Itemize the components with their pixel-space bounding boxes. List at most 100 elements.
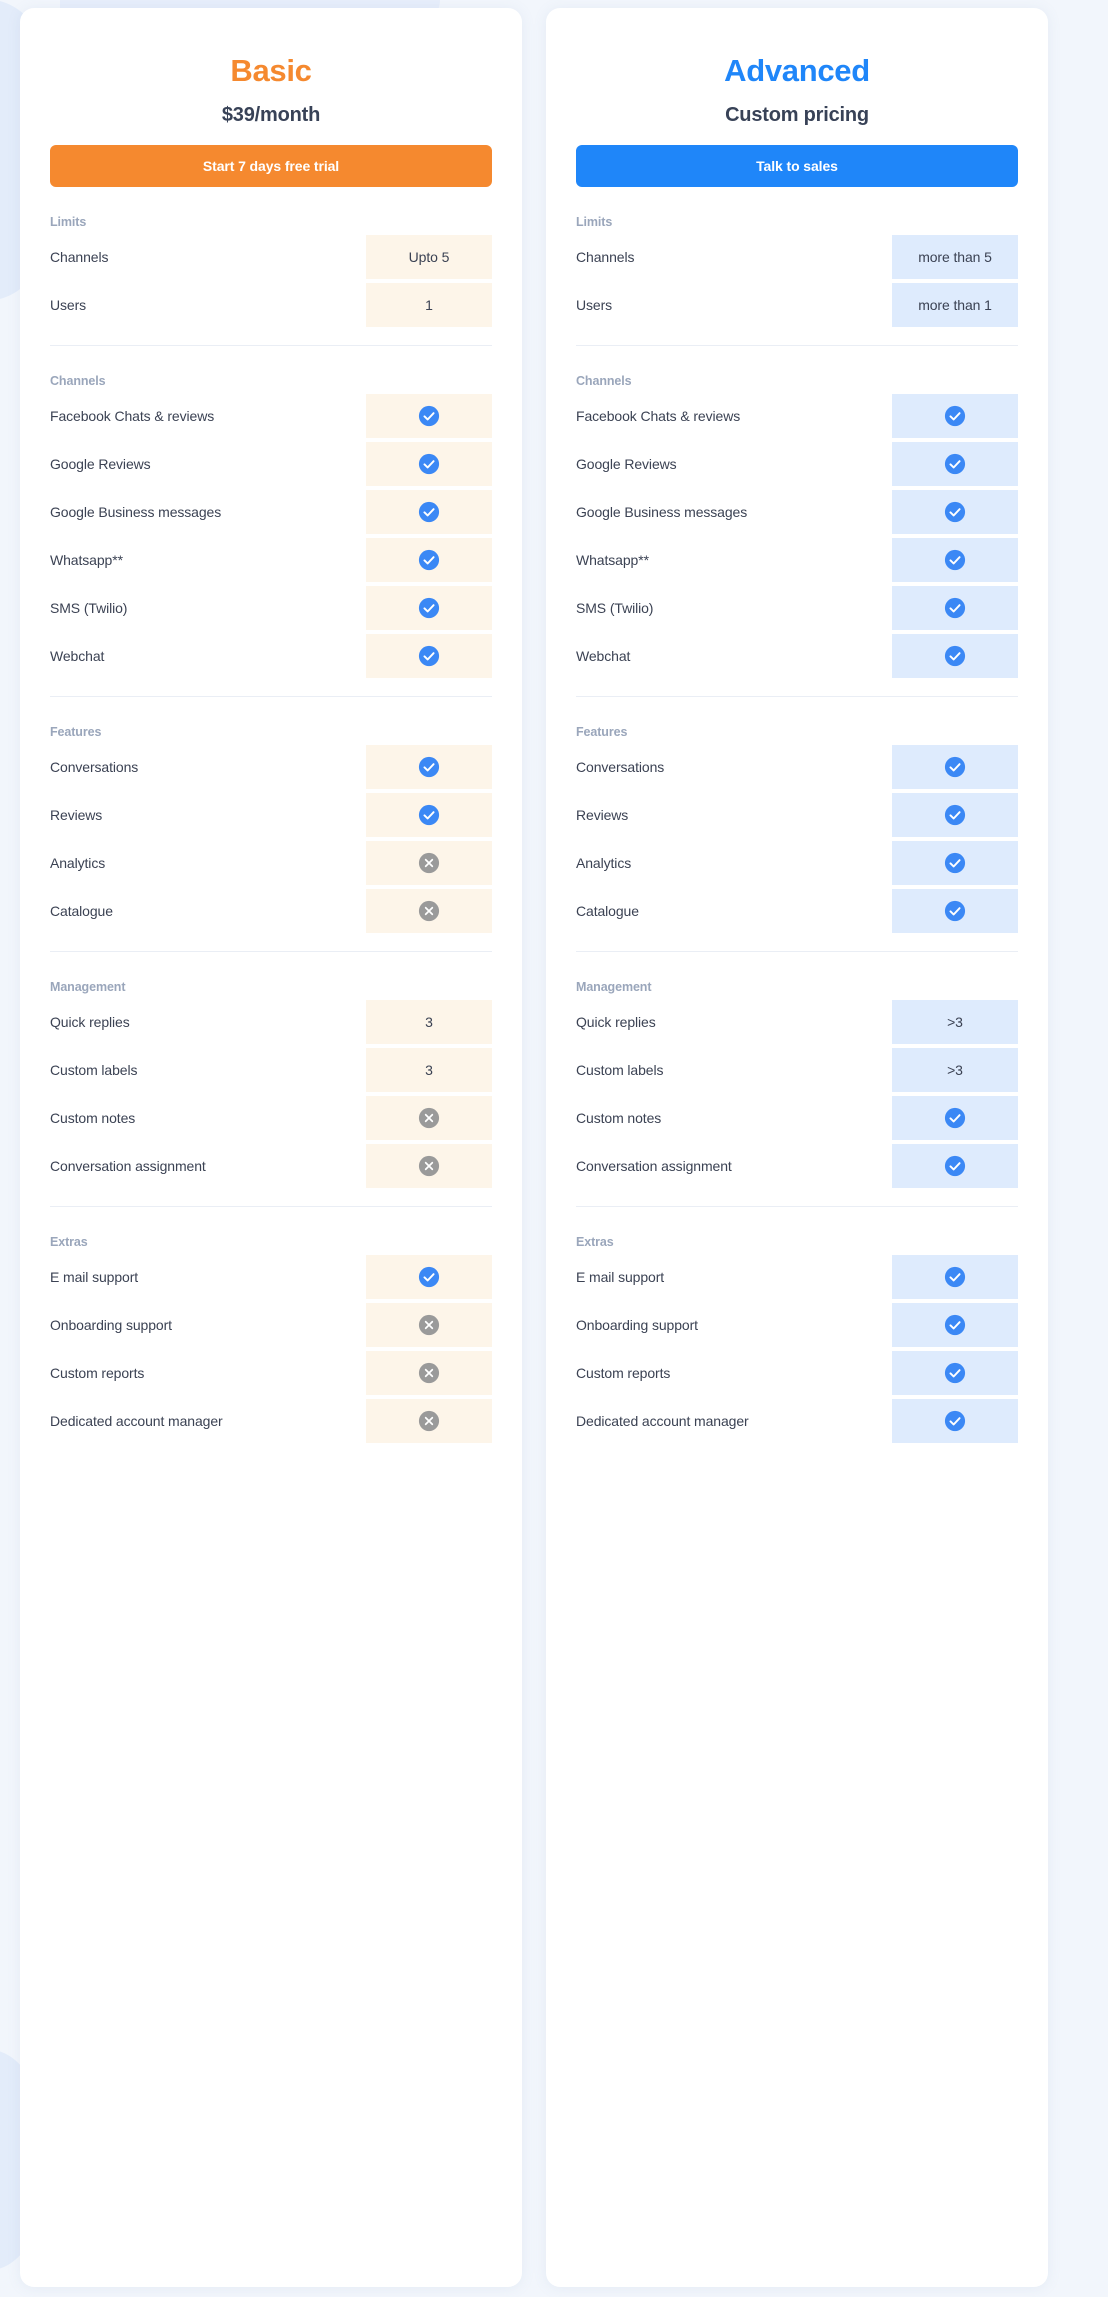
feature-value-text: 1 <box>425 297 433 314</box>
feature-value-cell <box>366 1255 492 1300</box>
start-free-trial-button[interactable]: Start 7 days free trial <box>50 145 492 188</box>
feature-value-cell <box>892 442 1018 487</box>
section-limits: Limits Channels more than 5 Users more than … <box>576 187 1018 329</box>
feature-value-cell <box>366 1096 492 1141</box>
check-icon <box>944 405 966 427</box>
feature-label: Onboarding support <box>576 1317 698 1334</box>
feature-row: Channels more than 5 <box>576 233 1018 281</box>
plan-title: Advanced <box>724 53 870 88</box>
talk-to-sales-button[interactable]: Talk to sales <box>576 145 1018 188</box>
feature-label: Facebook Chats & reviews <box>576 408 741 425</box>
feature-label: Facebook Chats & reviews <box>50 408 215 425</box>
feature-row: Google Reviews <box>576 440 1018 488</box>
pricing-card-advanced: Advanced Custom pricing Talk to sales Li… <box>546 8 1048 2287</box>
feature-row: Reviews <box>50 791 492 839</box>
feature-value-cell <box>892 1399 1018 1444</box>
feature-label: Custom reports <box>50 1365 145 1382</box>
check-icon <box>944 645 966 667</box>
check-icon <box>944 501 966 523</box>
cross-icon <box>418 852 440 874</box>
feature-value-text: 3 <box>425 1014 433 1031</box>
feature-label: Google Reviews <box>576 456 677 473</box>
feature-value-cell: more than 5 <box>892 235 1018 280</box>
plan-price: Custom pricing <box>725 104 869 127</box>
feature-value-cell: >3 <box>892 1000 1018 1045</box>
feature-row: Onboarding support <box>50 1301 492 1349</box>
section-extras: Extras E mail support Onboarding support Cu… <box>50 1206 492 1445</box>
check-icon <box>418 405 440 427</box>
feature-label: E mail support <box>576 1269 665 1286</box>
feature-value-cell <box>892 1096 1018 1141</box>
feature-value-cell: Upto 5 <box>366 235 492 280</box>
feature-value-text: >3 <box>947 1014 963 1031</box>
feature-label: Catalogue <box>50 903 113 920</box>
feature-value-cell <box>366 793 492 838</box>
feature-row: Webchat <box>50 632 492 680</box>
check-icon <box>418 501 440 523</box>
feature-row: Users more than 1 <box>576 281 1018 329</box>
feature-label: Quick replies <box>576 1014 656 1031</box>
feature-row: E mail support <box>50 1253 492 1301</box>
feature-label: Conversation assignment <box>576 1158 732 1175</box>
feature-row: Quick replies 3 <box>50 998 492 1046</box>
feature-label: Reviews <box>576 807 629 824</box>
feature-label: Conversation assignment <box>50 1158 206 1175</box>
feature-row: Dedicated account manager <box>50 1397 492 1445</box>
plan-header: Basic $39/month Start 7 days free trial <box>50 8 492 188</box>
section-title: Features <box>576 725 628 740</box>
feature-value-cell <box>892 1303 1018 1348</box>
feature-row: SMS (Twilio) <box>576 584 1018 632</box>
check-icon <box>944 1362 966 1384</box>
check-icon <box>944 453 966 475</box>
feature-row: Custom notes <box>50 1094 492 1142</box>
feature-row: Analytics <box>50 839 492 887</box>
feature-value-cell <box>892 586 1018 631</box>
feature-value-cell <box>366 745 492 790</box>
feature-row: Dedicated account manager <box>576 1397 1018 1445</box>
feature-label: Google Business messages <box>576 504 748 521</box>
feature-value-cell <box>892 1351 1018 1396</box>
section-title: Management <box>576 980 652 995</box>
feature-label: Custom labels <box>50 1062 138 1079</box>
feature-row: Channels Upto 5 <box>50 233 492 281</box>
section-title: Extras <box>576 1235 614 1250</box>
feature-row: Whatsapp** <box>50 536 492 584</box>
feature-value-cell <box>366 490 492 535</box>
check-icon <box>418 645 440 667</box>
cross-icon <box>418 1155 440 1177</box>
feature-label: Webchat <box>576 648 631 665</box>
feature-value-cell <box>366 394 492 439</box>
feature-label: E mail support <box>50 1269 139 1286</box>
section-title: Channels <box>50 374 106 389</box>
feature-label: Analytics <box>576 855 632 872</box>
cross-icon <box>418 1362 440 1384</box>
feature-value-cell <box>366 586 492 631</box>
feature-label: Whatsapp** <box>50 552 123 569</box>
feature-label: Webchat <box>50 648 105 665</box>
feature-label: SMS (Twilio) <box>576 600 654 617</box>
cross-icon <box>418 900 440 922</box>
feature-value-cell <box>366 1399 492 1444</box>
feature-label: Channels <box>50 249 109 266</box>
feature-label: Conversations <box>50 759 139 776</box>
check-icon <box>944 852 966 874</box>
cross-icon <box>418 1107 440 1129</box>
feature-row: Users 1 <box>50 281 492 329</box>
section-title: Features <box>50 725 102 740</box>
feature-label: Custom notes <box>50 1110 136 1127</box>
feature-value-cell <box>892 889 1018 934</box>
section-extras: Extras E mail support Onboarding support Cu… <box>576 1206 1018 1445</box>
check-icon <box>944 1155 966 1177</box>
feature-label: Custom labels <box>576 1062 664 1079</box>
section-title: Channels <box>576 374 632 389</box>
feature-value-cell <box>366 538 492 583</box>
cross-icon <box>418 1314 440 1336</box>
feature-value-cell <box>892 634 1018 679</box>
feature-value-cell <box>892 490 1018 535</box>
feature-value-cell <box>892 538 1018 583</box>
feature-value-cell <box>892 394 1018 439</box>
feature-label: Users <box>576 297 613 314</box>
feature-value-text: more than 5 <box>918 249 992 266</box>
feature-row: Quick replies >3 <box>576 998 1018 1046</box>
feature-value-cell: 1 <box>366 283 492 328</box>
